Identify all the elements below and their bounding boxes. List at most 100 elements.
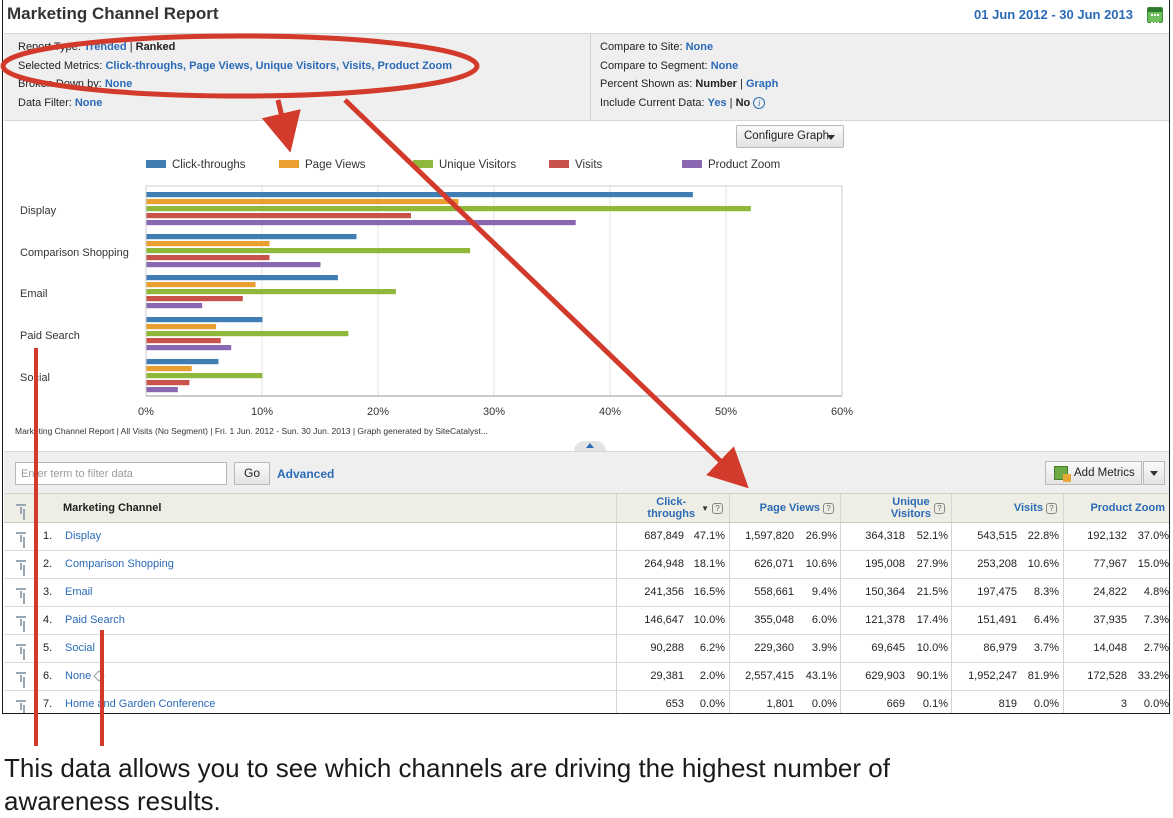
table-row: 7. Home and Garden Conference 653 0.0% 1,801… (4, 691, 1169, 713)
row-number: 2. (43, 558, 53, 570)
setting-percent-shown-as: Percent Shown as: Number | Graph (600, 75, 778, 94)
legend-label: Unique Visitors (439, 159, 517, 171)
info-icon[interactable]: i (753, 96, 766, 109)
setting-label: Report Type: (18, 41, 81, 53)
column-divider (616, 579, 617, 606)
percent-number: Number (695, 78, 737, 90)
channel-link[interactable]: Display (65, 523, 101, 550)
calendar-icon[interactable] (1147, 7, 1163, 24)
configure-graph-button[interactable]: Configure Graph (736, 125, 844, 148)
metric-percent: 3.7% (1033, 642, 1059, 654)
hierarchy-icon[interactable] (16, 532, 27, 542)
report-type-trended-link[interactable]: Trended (84, 41, 127, 53)
channel-link[interactable]: Email (65, 579, 93, 606)
metric-value: 195,008 (865, 558, 905, 570)
column-divider (729, 579, 730, 606)
x-tick-label: 20% (367, 406, 389, 418)
setting-label: Compare to Segment: (600, 59, 708, 72)
header-unique-visitors[interactable]: Unique Visitors? (840, 494, 951, 522)
header-label: Unique Visitors (890, 496, 931, 520)
metric-percent: 52.1% (916, 530, 948, 542)
metric-value: 121,378 (865, 614, 905, 626)
percent-graph-link[interactable]: Graph (746, 78, 778, 90)
configure-graph-label: Configure Graph (744, 130, 830, 142)
filter-input[interactable] (15, 462, 227, 485)
compare-to-segment-link[interactable]: None (711, 60, 739, 72)
table-row: 2. Comparison Shopping 264,948 18.1% 626,071… (4, 551, 1169, 579)
metric-value: 264,948 (644, 558, 684, 570)
report-type-ranked: Ranked (135, 41, 176, 53)
hierarchy-icon[interactable] (16, 588, 27, 598)
header-page-views[interactable]: Page Views? (729, 494, 840, 522)
metric-value: 3 (1120, 698, 1127, 710)
channel-link[interactable]: Comparison Shopping (65, 551, 174, 578)
column-divider (729, 635, 730, 662)
sort-desc-icon[interactable]: ▼ (701, 504, 709, 513)
date-range-link[interactable]: 01 Jun 2012 - 30 Jun 2013 (974, 7, 1133, 22)
metric-value: 37,935 (1093, 614, 1127, 626)
add-metrics-button[interactable]: Add Metrics (1045, 461, 1142, 485)
help-icon[interactable]: ? (823, 502, 834, 514)
row-number: 1. (43, 530, 53, 542)
header-click-throughs[interactable]: Click- throughs ▼? (616, 494, 729, 522)
channel-link[interactable]: None (65, 663, 105, 690)
row-number: 5. (43, 642, 53, 654)
metric-value: 241,356 (644, 586, 684, 598)
advanced-link[interactable]: Advanced (277, 467, 334, 481)
channel-link[interactable]: Paid Search (65, 607, 125, 634)
include-current-yes-link[interactable]: Yes (708, 97, 727, 109)
legend-swatch (146, 160, 166, 168)
hierarchy-icon[interactable] (16, 560, 27, 570)
x-tick-label: 30% (483, 406, 505, 418)
tag-icon[interactable] (93, 670, 105, 682)
bar (146, 213, 411, 219)
hierarchy-icon[interactable] (16, 672, 27, 682)
channel-link[interactable]: Social (65, 635, 95, 662)
legend-swatch (279, 160, 299, 168)
selected-metrics-link[interactable]: Click-throughs, Page Views, Unique Visit… (105, 60, 452, 72)
collapse-chart-handle[interactable] (574, 441, 606, 451)
setting-label: Selected Metrics: (18, 59, 103, 72)
metric-percent: 0.1% (922, 698, 948, 710)
channel-link[interactable]: Home and Garden Conference (65, 691, 215, 713)
broken-down-by-link[interactable]: None (105, 78, 133, 90)
include-current-no: No (735, 96, 751, 109)
hierarchy-icon[interactable] (16, 644, 27, 654)
column-divider (616, 663, 617, 690)
hierarchy-icon[interactable] (16, 616, 27, 626)
metric-value: 229,360 (754, 642, 794, 654)
bar (146, 192, 693, 198)
bar (146, 331, 349, 337)
header-product-zoom[interactable]: Product Zoom (1063, 494, 1169, 522)
metric-value: 24,822 (1093, 586, 1127, 598)
data-filter-link[interactable]: None (75, 97, 103, 109)
help-icon[interactable]: ? (934, 502, 945, 514)
setting-label: Percent Shown as: (600, 78, 693, 90)
go-button[interactable]: Go (234, 462, 270, 485)
metric-percent: 0.0% (811, 698, 837, 710)
report-header: Marketing Channel Report 01 Jun 2012 - 3… (3, 0, 1169, 33)
add-metrics-dropdown[interactable] (1143, 461, 1165, 485)
metric-value: 543,515 (977, 530, 1017, 542)
header-visits[interactable]: Visits? (951, 494, 1063, 522)
category-label: Social (20, 372, 50, 384)
metric-value: 29,381 (650, 670, 684, 682)
column-divider (1063, 607, 1064, 634)
bar (146, 275, 338, 281)
metric-percent: 8.3% (1033, 586, 1059, 598)
hierarchy-icon[interactable] (16, 504, 27, 514)
header-marketing-channel[interactable]: Marketing Channel (63, 494, 161, 522)
legend-label: Click-throughs (172, 159, 246, 171)
column-divider (1063, 523, 1064, 550)
bar (146, 317, 263, 323)
help-icon[interactable]: ? (1046, 502, 1057, 514)
column-divider (840, 635, 841, 662)
compare-to-site-link[interactable]: None (686, 41, 714, 53)
metric-percent: 7.3% (1143, 614, 1169, 626)
bar (146, 366, 192, 372)
bar (146, 373, 263, 379)
metric-value: 687,849 (644, 530, 684, 542)
bar (146, 387, 178, 393)
hierarchy-icon[interactable] (16, 700, 27, 710)
help-icon[interactable]: ? (712, 502, 723, 514)
